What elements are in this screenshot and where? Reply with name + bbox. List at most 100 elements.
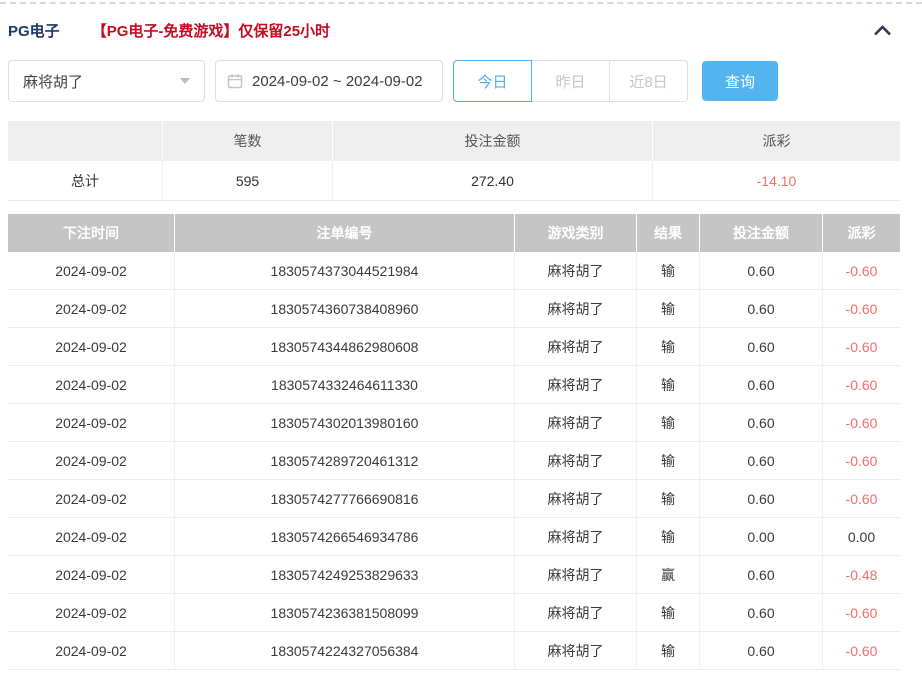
col-header-bet-time: 下注时间 [8, 214, 175, 252]
game-type-cell: 麻将胡了 [515, 366, 637, 403]
result-cell: 输 [637, 252, 700, 289]
table-row: 2024-09-02 1830574373044521984 麻将胡了 输 0.… [8, 252, 900, 290]
bet-amount-cell: 0.60 [700, 404, 823, 441]
caret-down-icon [180, 78, 190, 84]
game-type-cell: 麻将胡了 [515, 556, 637, 593]
panel-header: PG电子 【PG电子-免费游戏】仅保留25小时 [8, 20, 892, 41]
game-type-cell: 麻将胡了 [515, 290, 637, 327]
quick-date-group: 今日 昨日 近8日 [453, 60, 688, 102]
summary-total-bet-amount: 272.40 [333, 161, 653, 200]
bet-id-cell: 1830574277766690816 [175, 480, 515, 517]
result-cell: 输 [637, 290, 700, 327]
result-cell: 输 [637, 594, 700, 631]
col-header-result: 结果 [637, 214, 700, 252]
bet-id-cell: 1830574373044521984 [175, 252, 515, 289]
game-type-cell: 麻将胡了 [515, 328, 637, 365]
summary-total-row: 总计 595 272.40 -14.10 [8, 161, 900, 201]
bet-id-cell: 1830574332464611330 [175, 366, 515, 403]
table-row: 2024-09-02 1830574224327056384 麻将胡了 输 0.… [8, 632, 900, 670]
summary-header-row: 笔数 投注金额 派彩 [8, 121, 900, 161]
bet-amount-cell: 0.60 [700, 366, 823, 403]
collapse-button[interactable] [873, 25, 892, 36]
result-cell: 输 [637, 404, 700, 441]
summary-header-bet-amount: 投注金额 [333, 121, 653, 161]
result-cell: 输 [637, 442, 700, 479]
table-row: 2024-09-02 1830574302013980160 麻将胡了 输 0.… [8, 404, 900, 442]
bet-date-cell: 2024-09-02 [8, 480, 175, 517]
quick-button-yesterday[interactable]: 昨日 [531, 60, 610, 102]
bet-id-cell: 1830574249253829633 [175, 556, 515, 593]
bet-amount-cell: 0.60 [700, 594, 823, 631]
table-row: 2024-09-02 1830574289720461312 麻将胡了 输 0.… [8, 442, 900, 480]
result-cell: 赢 [637, 556, 700, 593]
quick-button-last8days[interactable]: 近8日 [609, 60, 688, 102]
table-row: 2024-09-02 1830574360738408960 麻将胡了 输 0.… [8, 290, 900, 328]
bet-date-cell: 2024-09-02 [8, 290, 175, 327]
bet-id-cell: 1830574344862980608 [175, 328, 515, 365]
bet-date-cell: 2024-09-02 [8, 328, 175, 365]
col-header-bet-amount: 投注金额 [700, 214, 823, 252]
top-dashed-divider [0, 2, 922, 4]
bet-amount-cell: 0.60 [700, 556, 823, 593]
game-type-cell: 麻将胡了 [515, 252, 637, 289]
bet-date-cell: 2024-09-02 [8, 442, 175, 479]
bet-amount-cell: 0.60 [700, 290, 823, 327]
result-cell: 输 [637, 366, 700, 403]
payout-cell: 0.00 [847, 528, 876, 545]
bet-id-cell: 1830574236381508099 [175, 594, 515, 631]
bet-amount-cell: 0.60 [700, 480, 823, 517]
bet-date-cell: 2024-09-02 [8, 632, 175, 669]
game-type-cell: 麻将胡了 [515, 480, 637, 517]
filter-row: 麻将胡了 2024-09-02 ~ 2024-09-02 今日 昨日 近8日 查… [8, 60, 922, 102]
game-type-cell: 麻将胡了 [515, 404, 637, 441]
date-range-input[interactable]: 2024-09-02 ~ 2024-09-02 [215, 60, 443, 102]
game-select-value: 麻将胡了 [23, 73, 84, 91]
table-row: 2024-09-02 1830574332464611330 麻将胡了 输 0.… [8, 366, 900, 404]
payout-cell: -0.60 [845, 376, 878, 393]
col-header-bet-id: 注单编号 [175, 214, 515, 252]
bet-amount-cell: 0.60 [700, 442, 823, 479]
payout-cell: -0.60 [845, 490, 878, 507]
payout-cell: -0.60 [845, 604, 878, 621]
bet-table-body: 2024-09-02 1830574373044521984 麻将胡了 输 0.… [8, 252, 900, 670]
payout-cell: -0.60 [845, 262, 878, 279]
summary-header-payout: 派彩 [762, 133, 791, 149]
game-type-cell: 麻将胡了 [515, 518, 637, 555]
bet-table: 下注时间 注单编号 游戏类别 结果 投注金额 派彩 2024-09-02 183… [8, 214, 900, 670]
table-row: 2024-09-02 1830574277766690816 麻将胡了 输 0.… [8, 480, 900, 518]
bet-date-cell: 2024-09-02 [8, 594, 175, 631]
bet-date-cell: 2024-09-02 [8, 404, 175, 441]
search-button[interactable]: 查询 [702, 61, 778, 101]
bet-date-cell: 2024-09-02 [8, 518, 175, 555]
bet-id-cell: 1830574360738408960 [175, 290, 515, 327]
calendar-icon [227, 74, 243, 89]
game-type-cell: 麻将胡了 [515, 442, 637, 479]
bet-date-cell: 2024-09-02 [8, 366, 175, 403]
table-row: 2024-09-02 1830574344862980608 麻将胡了 输 0.… [8, 328, 900, 366]
bet-table-header-row: 下注时间 注单编号 游戏类别 结果 投注金额 派彩 [8, 214, 900, 252]
bet-id-cell: 1830574289720461312 [175, 442, 515, 479]
summary-total-count: 595 [163, 161, 333, 200]
bet-amount-cell: 0.60 [700, 252, 823, 289]
payout-cell: -0.60 [845, 338, 878, 355]
bet-date-cell: 2024-09-02 [8, 556, 175, 593]
bet-amount-cell: 0.60 [700, 328, 823, 365]
bet-amount-cell: 0.60 [700, 632, 823, 669]
quick-button-today[interactable]: 今日 [453, 60, 532, 102]
result-cell: 输 [637, 480, 700, 517]
summary-total-payout: -14.10 [756, 172, 797, 189]
result-cell: 输 [637, 518, 700, 555]
result-cell: 输 [637, 632, 700, 669]
bet-id-cell: 1830574224327056384 [175, 632, 515, 669]
bet-amount-cell: 0.00 [700, 518, 823, 555]
game-type-cell: 麻将胡了 [515, 632, 637, 669]
game-type-cell: 麻将胡了 [515, 594, 637, 631]
summary-total-label: 总计 [8, 161, 163, 200]
payout-cell: -0.60 [845, 414, 878, 431]
payout-cell: -0.60 [845, 642, 878, 659]
table-row: 2024-09-02 1830574236381508099 麻将胡了 输 0.… [8, 594, 900, 632]
panel-notice: 【PG电子-免费游戏】仅保留25小时 [91, 23, 331, 40]
game-select[interactable]: 麻将胡了 [8, 60, 205, 102]
date-range-value: 2024-09-02 ~ 2024-09-02 [252, 72, 423, 90]
bet-id-cell: 1830574266546934786 [175, 518, 515, 555]
